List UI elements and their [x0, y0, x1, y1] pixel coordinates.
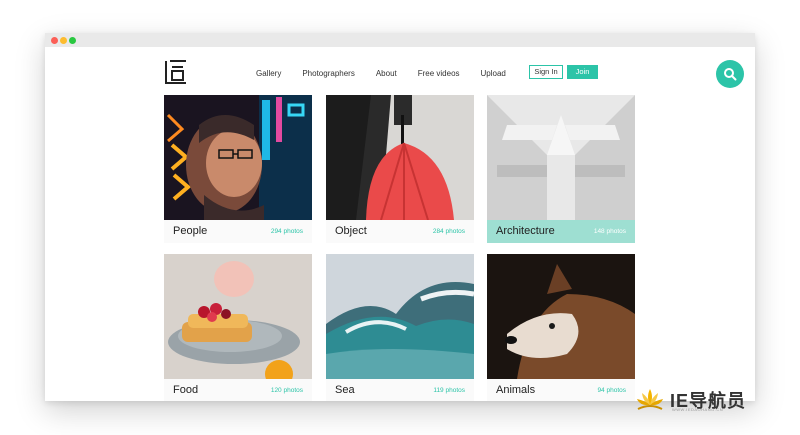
card-title: Animals [496, 384, 536, 396]
card-title: Object [335, 225, 367, 237]
gallery-card-animals[interactable]: Animals 94 photos [487, 254, 635, 401]
join-button[interactable]: Join [567, 65, 598, 79]
browser-window: Gallery Photographers About Free videos … [45, 33, 755, 401]
site-logo[interactable] [164, 60, 188, 84]
card-caption: Food 120 photos [164, 379, 312, 401]
card-photo-count: 120 photos [270, 387, 303, 394]
card-photo-count: 148 photos [593, 228, 626, 235]
nav-gallery[interactable]: Gallery [256, 67, 281, 81]
sign-in-button[interactable]: Sign In [529, 65, 563, 79]
window-titlebar [45, 33, 755, 47]
search-icon [724, 68, 737, 81]
watermark: IE导航员 WWW.IEDAOHANG.CN [632, 385, 788, 415]
card-caption: Sea 119 photos [326, 379, 474, 401]
card-title: Architecture [496, 225, 555, 237]
card-caption: Architecture 148 photos [487, 220, 635, 243]
lotus-logo-icon [637, 389, 663, 410]
watermark-subtext: WWW.IEDAOHANG.CN [672, 407, 724, 412]
minimize-window-button[interactable] [60, 37, 67, 44]
card-caption: Object 284 photos [326, 220, 474, 243]
gallery-card-architecture[interactable]: Architecture 148 photos [487, 95, 635, 243]
nav-upload[interactable]: Upload [481, 67, 506, 81]
card-title: Food [173, 384, 199, 396]
sea-photo [326, 254, 474, 379]
gallery-card-people[interactable]: People 294 photos [164, 95, 312, 243]
card-caption: Animals 94 photos [487, 379, 635, 401]
card-photo-count: 94 photos [597, 387, 626, 394]
animals-photo [487, 254, 635, 379]
close-window-button[interactable] [51, 37, 58, 44]
nav-about[interactable]: About [376, 67, 397, 81]
gallery-card-food[interactable]: Food 120 photos [164, 254, 312, 401]
card-photo-count: 119 photos [433, 387, 465, 394]
food-photo [164, 254, 312, 379]
architecture-photo [487, 95, 635, 220]
gallery-card-sea[interactable]: Sea 119 photos [326, 254, 474, 401]
nav-free-videos[interactable]: Free videos [418, 67, 460, 81]
main-nav: Gallery Photographers About Free videos … [256, 67, 527, 81]
gallery-card-object[interactable]: Object 284 photos [326, 95, 474, 243]
card-title: Sea [335, 384, 355, 396]
search-button[interactable] [716, 60, 744, 88]
nav-photographers[interactable]: Photographers [302, 67, 354, 81]
card-photo-count: 294 photos [270, 228, 303, 235]
object-photo [326, 95, 474, 220]
maximize-window-button[interactable] [69, 37, 76, 44]
card-title: People [173, 225, 208, 237]
people-photo [164, 95, 312, 220]
card-caption: People 294 photos [164, 220, 312, 243]
card-photo-count: 284 photos [432, 228, 465, 235]
